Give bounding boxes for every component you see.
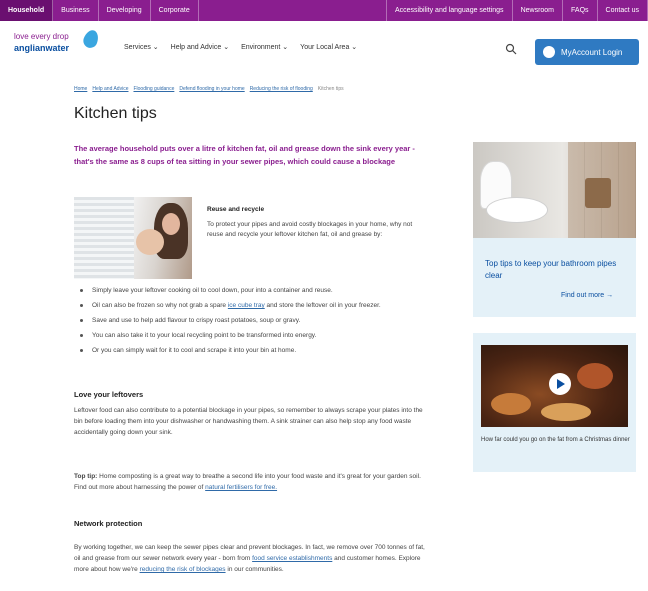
tips-list: Simply leave your leftover cooking oil t… — [80, 286, 435, 361]
faqs-link[interactable]: FAQs — [563, 0, 598, 21]
site-header: love every drop anglianwater Services ⌄ … — [0, 21, 648, 65]
newsroom-link[interactable]: Newsroom — [513, 0, 564, 21]
list-item-text: Oil can also be frozen so why not grab a… — [92, 302, 228, 309]
leftovers-text: Leftover food can also contribute to a p… — [74, 407, 423, 436]
top-tip-label: Top tip: — [74, 473, 98, 480]
topbar-spacer — [199, 0, 387, 21]
water-drop-icon — [81, 28, 101, 50]
login-label: MyAccount Login — [561, 47, 623, 57]
baby-shape — [136, 229, 164, 255]
find-out-more-link[interactable]: Find out more → — [561, 292, 613, 299]
video-caption: How far could you go on the fat from a C… — [481, 437, 630, 443]
search-icon[interactable] — [505, 43, 517, 55]
bathroom-tips-card[interactable]: Top tips to keep your bathroom pipes cle… — [473, 142, 636, 317]
window-blinds-shape — [74, 197, 134, 279]
top-bar: Household Business Developing Corporate … — [0, 0, 648, 21]
tab-corporate[interactable]: Corporate — [151, 0, 199, 21]
intro-text: The average household puts over a litre … — [74, 144, 415, 166]
dish-shape — [491, 393, 531, 415]
dish-shape — [541, 403, 591, 421]
breadcrumb-home[interactable]: Home — [74, 86, 87, 92]
nav-services[interactable]: Services ⌄ — [124, 43, 159, 51]
ice-cube-tray-link[interactable]: ice cube tray — [228, 302, 265, 309]
christmas-dinner-photo — [481, 345, 628, 427]
nav-local-area[interactable]: Your Local Area ⌄ — [300, 43, 357, 51]
nav-local-area-label: Your Local Area — [300, 44, 350, 51]
toilet-bowl-shape — [487, 198, 547, 222]
reuse-text: To protect your pipes and avoid costly b… — [207, 221, 413, 238]
list-item: Oil can also be frozen so why not grab a… — [80, 301, 435, 310]
play-icon[interactable] — [549, 373, 571, 395]
contact-us-link[interactable]: Contact us — [598, 0, 648, 21]
card-title: Top tips to keep your bathroom pipes cle… — [485, 259, 617, 280]
page-title: Kitchen tips — [74, 105, 157, 122]
christmas-video-card[interactable]: How far could you go on the fat from a C… — [473, 333, 636, 472]
network-heading: Network protection — [74, 519, 143, 528]
list-item: Simply leave your leftover cooking oil t… — [80, 286, 435, 295]
mother-baby-photo — [74, 197, 192, 279]
nav-help-advice-label: Help and Advice — [170, 44, 222, 51]
breadcrumb-defend-flooding[interactable]: Defend flooding in your home — [179, 86, 244, 92]
network-text: By working together, we can keep the sew… — [74, 542, 429, 575]
anglian-water-logo[interactable]: love every drop anglianwater — [14, 28, 104, 58]
logo-wordmark: anglianwater — [14, 43, 70, 53]
breadcrumb-help-advice[interactable]: Help and Advice — [92, 86, 128, 92]
basket-shape — [585, 178, 611, 208]
top-tip-text: Top tip: Home composting is a great way … — [74, 471, 429, 493]
bathroom-photo — [473, 142, 636, 238]
list-item: Save and use to help add flavour to cris… — [80, 316, 435, 325]
breadcrumb: Home Help and Advice Flooding guidance D… — [74, 86, 344, 92]
reuse-heading: Reuse and recycle — [207, 206, 265, 213]
face-shape — [162, 213, 180, 235]
breadcrumb-reducing-risk[interactable]: Reducing the risk of flooding — [250, 86, 313, 92]
list-item-text: and store the leftover oil in your freez… — [264, 302, 381, 309]
reducing-blockages-link[interactable]: reducing the risk of blockages — [140, 566, 226, 573]
nav-environment-label: Environment — [241, 44, 281, 51]
accessibility-link[interactable]: Accessibility and language settings — [387, 0, 513, 21]
nav-help-advice[interactable]: Help and Advice ⌄ — [171, 43, 229, 51]
user-icon — [543, 46, 555, 58]
food-service-link[interactable]: food service establishments — [252, 555, 332, 562]
tab-business[interactable]: Business — [53, 0, 99, 21]
list-item: You can also take it to your local recyc… — [80, 331, 435, 340]
list-item: Or you can simply wait for it to cool an… — [80, 346, 435, 355]
breadcrumb-flooding-guidance[interactable]: Flooding guidance — [133, 86, 174, 92]
natural-fertilisers-link[interactable]: natural fertilisers for free. — [205, 484, 277, 491]
breadcrumb-current: Kitchen tips — [317, 86, 344, 92]
tab-household[interactable]: Household — [0, 0, 54, 21]
leftovers-heading: Love your leftovers — [74, 390, 144, 399]
network-end: in our communities. — [225, 566, 284, 573]
dish-shape — [577, 363, 613, 389]
main-nav: Services ⌄ Help and Advice ⌄ Environment… — [124, 43, 357, 51]
tab-developing[interactable]: Developing — [99, 0, 151, 21]
nav-environment[interactable]: Environment ⌄ — [241, 43, 288, 51]
logo-tagline: love every drop — [14, 32, 69, 41]
nav-services-label: Services — [124, 44, 151, 51]
myaccount-login-button[interactable]: MyAccount Login — [535, 39, 639, 65]
